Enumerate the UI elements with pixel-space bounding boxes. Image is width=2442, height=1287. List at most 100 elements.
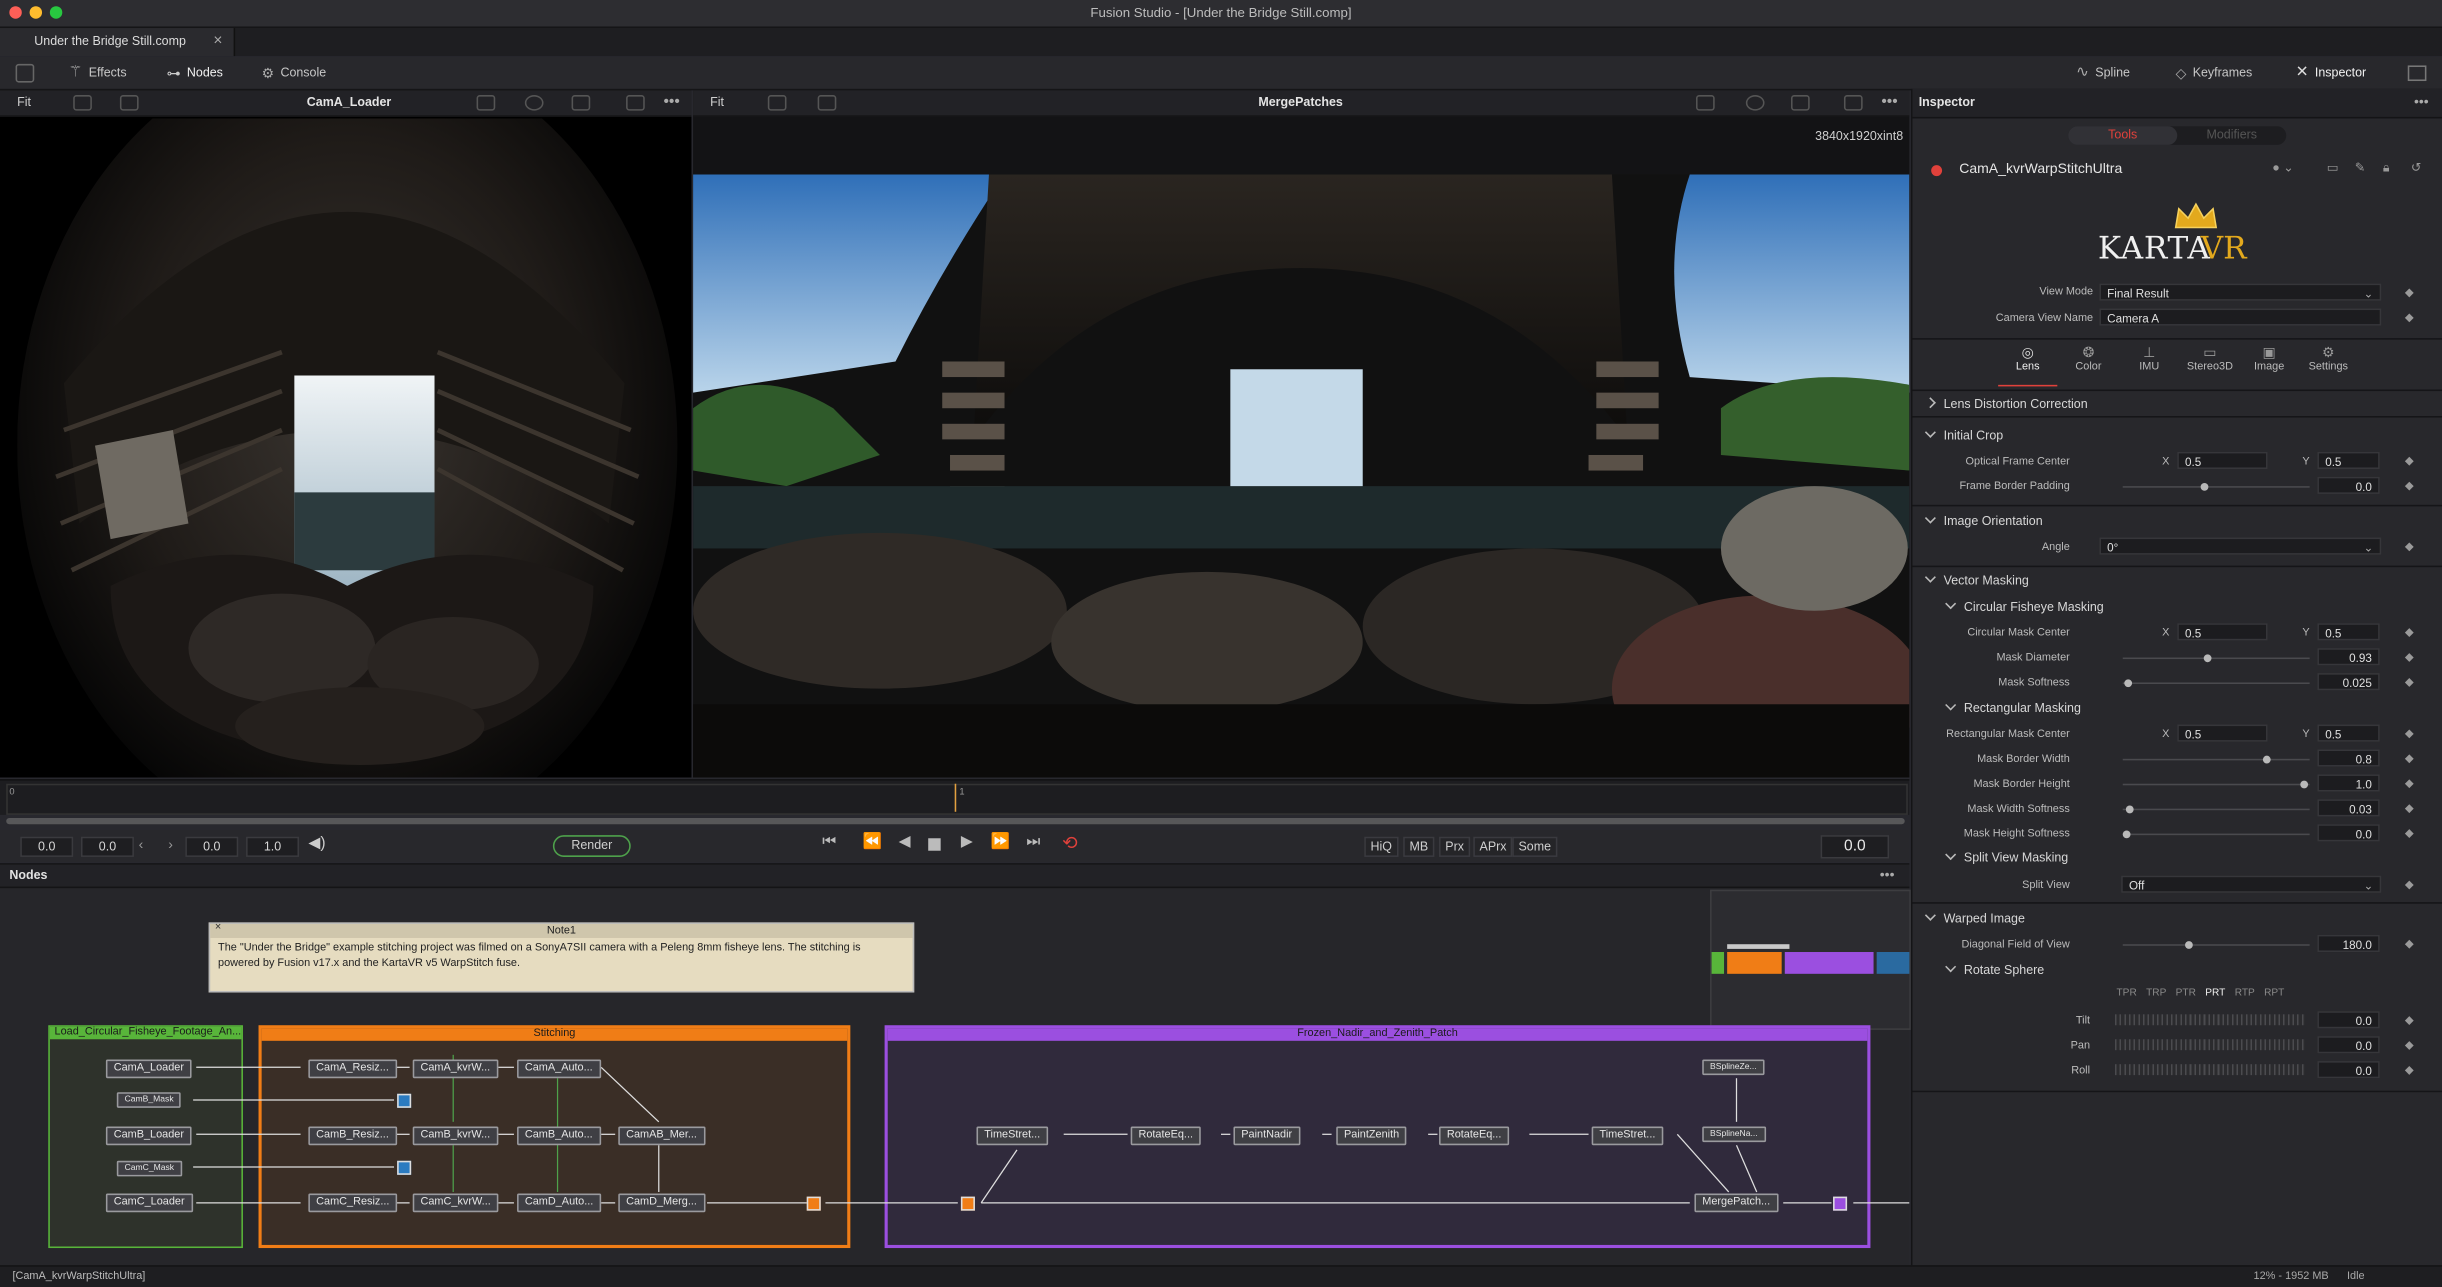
pan-keyframe-icon[interactable] [2404,1041,2414,1050]
subtab-stereo3d[interactable]: ▭ Stereo3D [2179,344,2241,385]
section-circular-fisheye[interactable]: Circular Fisheye Masking [1945,598,2104,614]
render-button[interactable]: Render [552,835,631,857]
keyframes-button[interactable]: ◇ Keyframes [2176,58,2253,89]
node-rotateeq-1[interactable]: RotateEq... [1130,1126,1201,1146]
section-warped-image[interactable]: Warped Image [1924,909,2025,926]
time-ruler-track[interactable] [6,783,1908,815]
global-start-field[interactable]: 0.0 [20,836,74,857]
rot-order-rpt[interactable]: RPT [2264,988,2284,999]
hiq-button[interactable]: HiQ [1364,836,1399,857]
border-height-keyframe-icon[interactable] [2404,779,2414,789]
mask-diameter-field[interactable]: 0.93 [2317,648,2380,666]
roll-field[interactable]: 0.0 [2317,1061,2380,1079]
width-softness-keyframe-icon[interactable] [2404,804,2414,814]
tool-versions-icon[interactable]: ▭ [2327,160,2339,174]
section-initial-crop[interactable]: Initial Crop [1924,426,2003,443]
tool-enable-toggle[interactable] [1931,165,1943,177]
step-forward-icon[interactable]: › [168,837,173,853]
width-softness-field[interactable]: 0.03 [2317,799,2380,817]
step-back-frame-icon[interactable]: ⏪ [863,834,882,851]
border-height-field[interactable]: 1.0 [2317,774,2380,792]
go-to-start-icon[interactable]: ⏮ [822,834,836,851]
frame-padding-field[interactable]: 0.0 [2317,476,2380,494]
right-more-icon[interactable]: ••• [1881,90,1897,113]
rot-order-ptr[interactable]: PTR [2176,988,2196,999]
right-view-options-icon[interactable] [767,95,787,111]
mb-button[interactable]: MB [1403,836,1435,857]
right-grid-icon[interactable] [1791,95,1810,111]
node-camab-merge[interactable]: CamAB_Mer... [618,1126,705,1146]
dfov-slider[interactable] [2122,941,2310,949]
split-view-keyframe-icon[interactable] [2404,880,2414,890]
left-grid-icon[interactable] [571,95,591,111]
dfov-knob[interactable] [2185,941,2193,949]
rect-center-keyframe-icon[interactable] [2404,729,2414,739]
border-width-keyframe-icon[interactable] [2404,754,2414,764]
pin-icon[interactable]: ✎ [2355,160,2365,174]
inspector-more-icon[interactable]: ••• [2414,89,2429,115]
spline-button[interactable]: ∿ Spline [2076,58,2130,89]
node-bspline-zenith[interactable]: BSplineZe... [1702,1059,1765,1076]
subtab-lens[interactable]: ◎ Lens [1998,344,2058,387]
tab-tools[interactable]: Tools [2068,126,2178,145]
frame-padding-keyframe-icon[interactable] [2404,481,2414,491]
aprx-button[interactable]: APrx [1473,836,1513,857]
play-icon[interactable]: ▶ [961,834,973,851]
right-roi-icon[interactable] [1696,95,1715,111]
node-timestretch-2[interactable]: TimeStret... [1591,1126,1664,1146]
border-height-slider[interactable] [2122,780,2310,789]
node-cama-kvr[interactable]: CamA_kvrW... [412,1059,498,1079]
left-color-icon[interactable] [524,95,544,111]
rot-order-prt[interactable]: PRT [2205,988,2225,999]
pan-field[interactable]: 0.0 [2317,1036,2380,1054]
node-paint-zenith[interactable]: PaintZenith [1336,1126,1407,1146]
dfov-keyframe-icon[interactable] [2404,939,2414,949]
node-camb-mask[interactable]: CamB_Mask [116,1092,182,1108]
section-lens-distortion[interactable]: Lens Distortion Correction [1924,397,2088,411]
view-mode-dropdown[interactable]: Final Result ⌄ [2099,283,2382,301]
tab-modifiers[interactable]: Modifiers [2177,126,2286,145]
subtab-settings[interactable]: ⚙ Settings [2299,344,2358,385]
camera-view-field[interactable]: Camera A [2099,308,2382,326]
global-end-field[interactable]: 1.0 [246,836,300,857]
rot-order-rtp[interactable]: RTP [2235,988,2255,999]
circ-x-field[interactable]: 0.5 [2177,623,2268,641]
node-stitch-output[interactable] [806,1196,821,1211]
mask-diameter-knob[interactable] [2203,654,2212,663]
angle-dropdown[interactable]: 0° ⌄ [2099,537,2382,555]
section-rotate-sphere[interactable]: Rotate Sphere [1945,961,2044,977]
right-lut-icon[interactable] [817,95,837,111]
tilt-keyframe-icon[interactable] [2404,1016,2414,1025]
node-camb-pipe-router[interactable] [397,1093,412,1108]
close-tab-icon[interactable]: × [213,28,222,56]
node-camc-mask[interactable]: CamC_Mask [116,1160,182,1177]
effects-button[interactable]: ⚚ Effects [69,58,127,89]
node-mergepatch[interactable]: MergePatch... [1694,1193,1778,1213]
left-lut-icon[interactable] [119,95,139,111]
node-camc-loader[interactable]: CamC_Loader [105,1193,193,1213]
rot-order-tpr[interactable]: TPR [2117,988,2137,999]
current-frame-field[interactable]: 0.0 [1820,835,1890,859]
angle-keyframe-icon[interactable] [2404,542,2414,552]
node-camb-kvr[interactable]: CamB_kvrW... [412,1126,498,1146]
node-camc-resize[interactable]: CamC_Resiz... [308,1193,398,1213]
render-end-field[interactable]: 0.0 [185,836,239,857]
node-camb-loader[interactable]: CamB_Loader [105,1126,192,1146]
audio-icon[interactable]: ◀) [308,835,325,852]
left-aspect-icon[interactable] [626,95,645,111]
node-bspline-nadir[interactable]: BSplineNa... [1702,1126,1766,1143]
view-mode-keyframe-icon[interactable] [2404,288,2414,298]
right-aspect-icon[interactable] [1843,95,1863,111]
optical-y-field[interactable]: 0.5 [2317,451,2380,469]
camera-view-keyframe-icon[interactable] [2404,313,2414,323]
render-range-bar[interactable] [6,818,1905,825]
node-cama-auto[interactable]: CamA_Auto... [517,1059,601,1079]
tool-color-icon[interactable]: ● ⌄ [2272,160,2293,174]
subtab-imu[interactable]: ⊥ IMU [2120,344,2179,385]
frame-padding-knob[interactable] [2200,483,2209,491]
node-frozen-input[interactable] [960,1196,975,1211]
mask-softness-slider[interactable] [2122,679,2310,688]
height-softness-field[interactable]: 0.0 [2317,824,2380,842]
lock-icon[interactable]: 🔒︎ [2383,160,2390,176]
circ-y-field[interactable]: 0.5 [2317,623,2380,641]
